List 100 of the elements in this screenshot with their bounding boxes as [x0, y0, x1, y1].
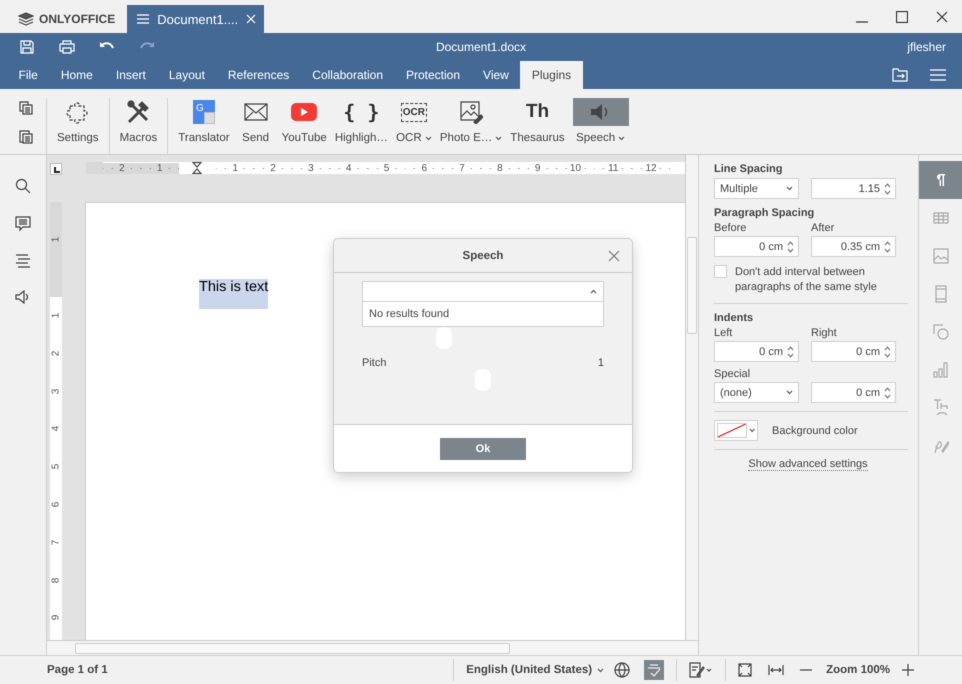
ruler-number: 11 [607, 162, 620, 174]
menu-tab[interactable]: Plugins [520, 61, 583, 89]
spinner-icon[interactable] [884, 182, 891, 196]
background-color-label: Background color [772, 424, 858, 436]
save-icon[interactable] [20, 40, 34, 54]
special-indent-dropdown[interactable]: (none) [714, 382, 799, 403]
youtube-icon [291, 103, 318, 121]
ruler-number: 1 [50, 237, 62, 243]
special-indent-field[interactable]: 0 cm [811, 382, 896, 403]
section-title: Line Spacing [714, 163, 784, 175]
toolbar-button[interactable]: G [188, 98, 219, 126]
ruler-number: 3 [307, 162, 315, 174]
spinner-icon[interactable] [787, 344, 794, 358]
ruler-number: 8 [496, 162, 504, 174]
zoom-level: Zoom 100% [826, 664, 890, 676]
indent-field[interactable]: 0 cm [714, 341, 799, 362]
slider-thumb[interactable] [436, 327, 452, 349]
toolbar-label[interactable]: Macros [120, 132, 158, 144]
caret-icon [786, 390, 793, 395]
copy-icon[interactable] [19, 101, 33, 115]
paragraph-icon[interactable] [936, 173, 946, 187]
ok-button[interactable]: Ok [440, 438, 526, 460]
maximize-icon[interactable] [896, 10, 908, 22]
toolbar-label[interactable]: YouTube [282, 132, 327, 144]
language-selector[interactable]: English (United States) [466, 664, 592, 676]
photo-edit-icon [459, 100, 484, 124]
ruler-number: 10 [568, 162, 582, 174]
toolbar-label[interactable]: Translator [178, 132, 230, 144]
track-changes-icon[interactable] [689, 662, 714, 678]
ruler-number: 5 [382, 162, 390, 174]
toolbar-label[interactable]: Highligh… [334, 132, 388, 144]
paste-icon[interactable] [19, 129, 33, 144]
open-location-icon[interactable] [892, 68, 908, 82]
line-spacing-field[interactable]: 1.15 [811, 178, 896, 199]
document-text: This is text [199, 279, 268, 309]
globe-icon[interactable] [614, 662, 630, 678]
ruler-number: 4 [50, 426, 62, 432]
speaker-icon[interactable] [15, 290, 31, 304]
logo-icon [18, 12, 34, 26]
spinner-icon[interactable] [884, 386, 891, 400]
ruler-number: 5 [50, 464, 62, 470]
headings-icon[interactable] [15, 254, 31, 268]
toolbar-label[interactable]: Settings [57, 132, 99, 144]
menu-tab[interactable]: Collaboration [300, 61, 394, 89]
toolbar-label[interactable]: Speech [576, 132, 616, 144]
toolbar-button[interactable]: { } [339, 98, 384, 126]
fit-width-icon[interactable] [768, 664, 784, 676]
spinner-icon[interactable] [884, 344, 891, 358]
ocr-icon: OCR [400, 102, 427, 122]
toolbar-label[interactable]: Photo E… [440, 132, 492, 144]
comment-icon[interactable] [15, 216, 31, 232]
advanced-settings-link[interactable]: Show advanced settings [748, 458, 868, 471]
color-picker[interactable] [714, 420, 758, 441]
field-label: Right [811, 327, 838, 339]
empty-message: No results found [369, 308, 450, 320]
indent-field[interactable]: 0 cm [811, 341, 896, 362]
toolbar-label[interactable]: Thesaurus [510, 132, 565, 144]
caret-icon [597, 668, 604, 672]
vertical-ruler[interactable]: 1 1 2 3 4 5 6 7 8 9 [50, 202, 62, 640]
menu-tab[interactable]: Protection [394, 61, 472, 89]
print-icon[interactable] [59, 40, 75, 54]
toolbar-label[interactable]: Send [242, 132, 270, 144]
tab-stop-button[interactable] [50, 163, 62, 175]
caret-icon [786, 186, 793, 191]
spacing-field[interactable]: 0 cm [714, 236, 799, 257]
search-icon[interactable] [15, 178, 31, 194]
checkbox[interactable] [714, 265, 727, 278]
ruler-number: 12 [644, 162, 658, 174]
menu-tab[interactable]: Home [49, 61, 104, 89]
spacing-field[interactable]: 0.35 cm [811, 236, 896, 257]
menu-tab[interactable]: View [472, 61, 520, 89]
horizontal-ruler[interactable]: 2 1 1 2 3 4 5 6 7 8 9 10 11 12 [86, 162, 685, 174]
spinner-icon[interactable] [787, 240, 794, 254]
ruler-number: 2 [118, 162, 126, 174]
zoom-in-icon[interactable] [902, 664, 914, 676]
vertical-scrollbar[interactable] [685, 155, 698, 640]
user-name: jflesher [907, 40, 946, 54]
line-spacing-dropdown[interactable]: Multiple [714, 178, 799, 199]
menu-tab[interactable]: Insert [104, 61, 158, 89]
checkbox-label: Don't add interval between paragraphs of the same style [735, 265, 878, 295]
spinner-icon[interactable] [884, 240, 891, 254]
document-tab[interactable]: Document1.... [127, 5, 264, 33]
menu-icon[interactable] [930, 69, 946, 81]
ruler-number: 9 [534, 162, 542, 174]
slider-label: Pitch [362, 357, 386, 369]
menu-tab[interactable]: Layout [157, 61, 216, 89]
spellcheck-button[interactable] [644, 660, 664, 680]
toolbar-label[interactable]: OCR [396, 132, 422, 144]
dialog-title: Speech [462, 250, 504, 262]
caret-icon [748, 428, 755, 433]
toolbar-button[interactable]: Th [522, 98, 554, 126]
menu-tab[interactable]: File [7, 61, 50, 89]
fit-page-icon[interactable] [738, 663, 752, 677]
ruler-number: 2 [269, 162, 277, 174]
close-icon[interactable] [936, 10, 948, 22]
app-logo: ONLYOFFICE [39, 12, 116, 26]
menu-tab[interactable]: References [216, 61, 301, 89]
caret-icon [590, 289, 597, 294]
horizontal-scrollbar[interactable] [47, 640, 698, 655]
toolbar-button[interactable]: OCR [396, 98, 431, 126]
